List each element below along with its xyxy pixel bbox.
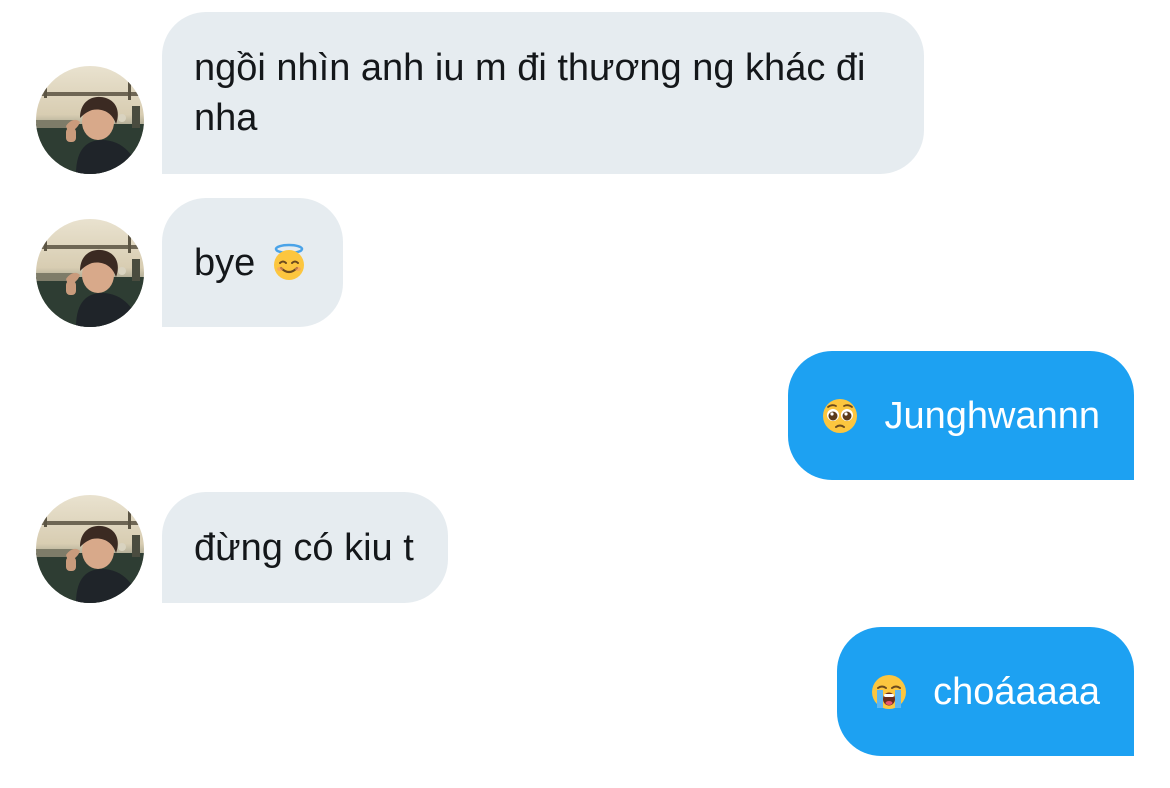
avatar-photo [36, 219, 144, 327]
message-text: Junghwannn [884, 394, 1100, 437]
loudly-crying-face-icon [869, 672, 909, 712]
avatar-photo [36, 66, 144, 174]
avatar-photo [36, 495, 144, 603]
avatar[interactable] [36, 495, 144, 603]
message-bubble-outgoing[interactable]: Junghwannn [788, 351, 1134, 480]
smiling-face-with-halo-icon [269, 243, 309, 283]
message-bubble-incoming[interactable]: ngồi nhìn anh iu m đi thương ng khác đi … [162, 12, 924, 174]
pleading-face-icon [820, 396, 860, 436]
avatar[interactable] [36, 219, 144, 327]
message-text: choáaaaa [933, 670, 1100, 713]
message-bubble-incoming[interactable]: đừng có kiu t [162, 492, 448, 603]
message-text: bye [194, 241, 256, 284]
message-text: đừng có kiu t [194, 526, 414, 569]
avatar[interactable] [36, 66, 144, 174]
message-bubble-outgoing[interactable]: choáaaaa [837, 627, 1134, 756]
message-text: ngồi nhìn anh iu m đi thương ng khác đi … [194, 47, 866, 139]
message-bubble-incoming[interactable]: bye [162, 198, 344, 327]
